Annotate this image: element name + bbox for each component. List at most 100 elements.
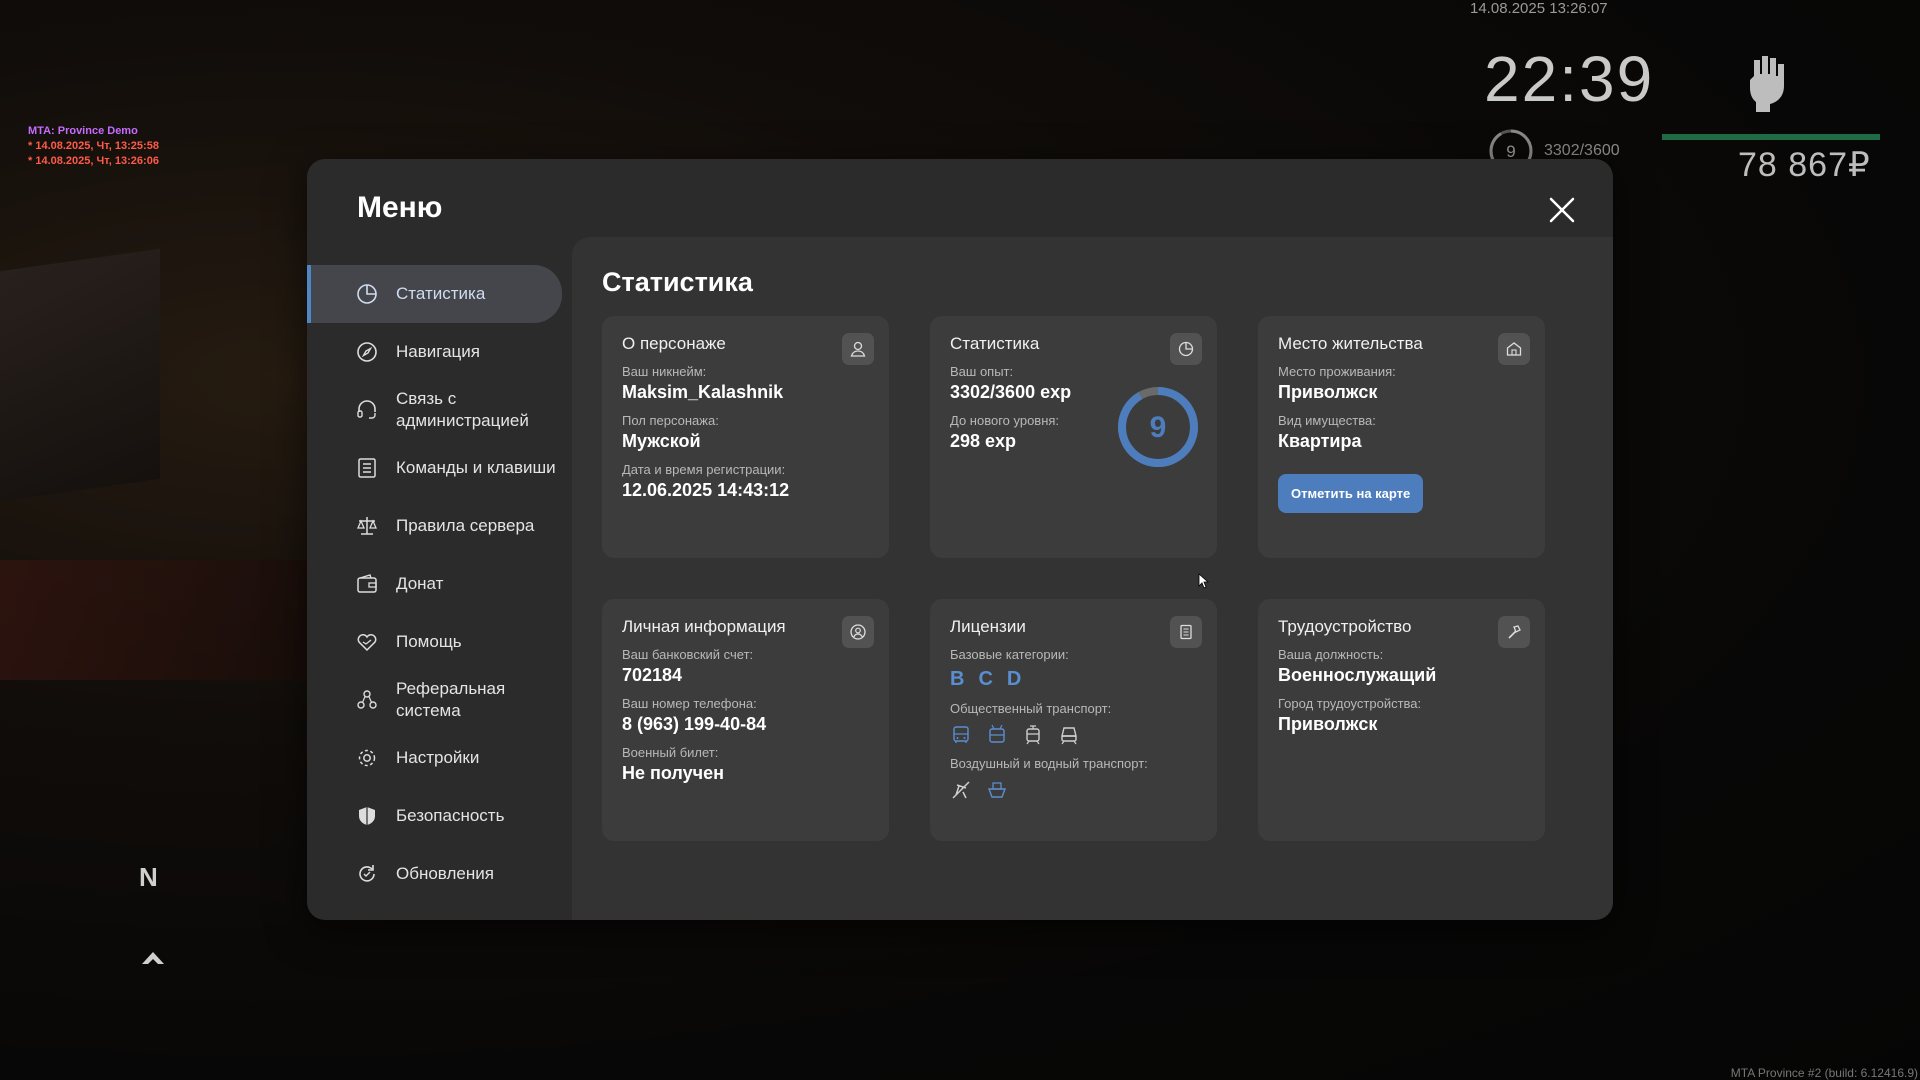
residence-place-value: Приволжск <box>1278 382 1378 402</box>
background-floor <box>0 560 320 680</box>
sidebar-item-label: Безопасность <box>396 806 505 825</box>
sidebar-item-label: Связь с администрацией <box>396 389 529 430</box>
card-employment: Трудоустройство Ваша должность: Военносл… <box>1258 599 1545 841</box>
boat-icon <box>987 782 1007 798</box>
sidebar-item-commands[interactable]: Команды и клавиши <box>307 439 562 497</box>
public-transport-icons <box>950 724 1197 746</box>
sidebar-item-settings[interactable]: Настройки <box>307 729 562 787</box>
section-title: Статистика <box>602 267 753 297</box>
nickname-label: Ваш никнейм: <box>622 364 707 379</box>
job-city-value: Приволжск <box>1278 714 1378 734</box>
bus-icon <box>953 726 969 743</box>
menu-modal: Меню Статистика Навигация Связь с админи… <box>307 159 1613 920</box>
chat-log-line: * 14.08.2025, Чт, 13:25:58 <box>28 140 159 152</box>
nickname-value: Maksim_Kalashnik <box>622 382 784 402</box>
scales-icon <box>357 517 377 535</box>
fist-icon <box>1750 56 1784 112</box>
shield-icon <box>359 807 375 825</box>
sidebar: Статистика Навигация Связь с администрац… <box>307 265 562 903</box>
sidebar-item-contact-admin[interactable]: Связь с администрацией <box>307 381 562 439</box>
job-city-label: Город трудоустройства: <box>1278 696 1422 711</box>
background-window <box>0 248 160 502</box>
menu-title: Меню <box>357 191 443 224</box>
chat-log: MTA: Province Demo * 14.08.2025, Чт, 13:… <box>28 124 159 169</box>
air-water-transport-icons <box>950 779 1197 801</box>
card-title: Личная информация <box>622 617 786 636</box>
house-icon <box>1498 333 1530 365</box>
bank-account-label: Ваш банковский счет: <box>622 647 754 662</box>
sidebar-item-label: Команды и клавиши <box>396 458 556 477</box>
gender-label: Пол персонажа: <box>622 413 719 428</box>
plane-icon <box>952 781 970 799</box>
hammer-icon <box>1498 616 1530 648</box>
hud-datetime: 14.08.2025 13:26:07 <box>1470 0 1608 17</box>
chat-log-line: * 14.08.2025, Чт, 13:26:06 <box>28 155 159 167</box>
card-title: Место жительства <box>1278 334 1423 353</box>
sidebar-item-label: Статистика <box>396 284 486 303</box>
sidebar-item-security[interactable]: Безопасность <box>307 787 562 845</box>
gear-icon <box>358 749 376 767</box>
hud-exp: 3302/3600 <box>1544 142 1620 159</box>
mouse-cursor-icon <box>1198 573 1210 589</box>
compass-north: N <box>139 862 158 892</box>
level-progress-ring: 9 <box>1118 387 1198 467</box>
public-transport-label: Общественный транспорт: <box>950 701 1112 716</box>
sidebar-item-rules[interactable]: Правила сервера <box>307 497 562 555</box>
list-icon <box>358 458 376 478</box>
train-icon <box>1061 727 1077 745</box>
position-label: Ваша должность: <box>1278 647 1384 662</box>
card-licenses: Лицензии Базовые категории: B C D Общест… <box>930 599 1217 841</box>
base-categories-label: Базовые категории: <box>950 647 1069 662</box>
license-category-c: C <box>978 668 993 690</box>
card-character: О персонаже Ваш никнейм: Maksim_Kalashni… <box>602 316 889 558</box>
hud-health-bar <box>1662 134 1880 140</box>
exp-label: Ваш опыт: <box>950 364 1014 379</box>
sidebar-item-navigation[interactable]: Навигация <box>307 323 562 381</box>
player-arrow-icon <box>142 952 164 964</box>
sidebar-item-donate[interactable]: Донат <box>307 555 562 613</box>
license-category-d: D <box>1006 668 1022 690</box>
registration-value: 12.06.2025 14:43:12 <box>622 480 790 500</box>
close-icon[interactable] <box>1547 195 1577 225</box>
hud-money: 78 867₽ <box>1738 146 1871 184</box>
card-title: Статистика <box>950 334 1040 353</box>
sidebar-item-label: Помощь <box>396 632 462 651</box>
chat-log-title: MTA: Province Demo <box>28 125 138 137</box>
card-experience: Статистика Ваш опыт: 3302/3600 exp До но… <box>930 316 1217 558</box>
air-water-transport-label: Воздушный и водный транспорт: <box>950 756 1148 771</box>
license-category-b: B <box>950 668 965 690</box>
sidebar-item-label: Донат <box>396 574 444 593</box>
property-type-value: Квартира <box>1278 431 1362 451</box>
level-value: 9 <box>1150 411 1167 444</box>
gender-value: Мужской <box>622 431 701 451</box>
stats-panel: Статистика О персонаже Ваш никнейм: Maks… <box>572 237 1613 920</box>
headset-icon <box>357 400 376 419</box>
sidebar-item-updates[interactable]: Обновления <box>307 845 562 903</box>
sidebar-item-label: Обновления <box>396 864 494 883</box>
mark-on-map-button[interactable]: Отметить на карте <box>1278 474 1424 513</box>
trolleybus-icon <box>989 724 1005 743</box>
compass-icon <box>357 342 377 362</box>
document-icon <box>1170 616 1202 648</box>
heart-hand-icon <box>357 634 377 652</box>
tram-icon <box>1026 725 1040 745</box>
sidebar-item-referral[interactable]: Реферальная система <box>307 671 562 729</box>
sidebar-item-label: Настройки <box>396 748 480 767</box>
sidebar-item-statistics[interactable]: Статистика <box>307 265 562 323</box>
user-icon <box>842 333 874 365</box>
pie-chart-icon <box>357 284 377 304</box>
sidebar-item-help[interactable]: Помощь <box>307 613 562 671</box>
refresh-icon <box>359 865 375 882</box>
bank-account-value: 702184 <box>622 665 683 685</box>
build-info: MTA Province #2 (build: 6.12416.9) <box>1730 1066 1918 1080</box>
user-circle-icon <box>842 616 874 648</box>
license-categories: B C D <box>950 668 1197 691</box>
property-type-label: Вид имущества: <box>1278 413 1376 428</box>
people-icon <box>357 690 377 709</box>
card-residence: Место жительства Место проживания: Приво… <box>1258 316 1545 558</box>
military-id-label: Военный билет: <box>622 745 719 760</box>
phone-value: 8 (963) 199-40-84 <box>622 714 767 734</box>
card-personal-info: Личная информация Ваш банковский счет: 7… <box>602 599 889 841</box>
military-id-value: Не получен <box>622 763 724 783</box>
sidebar-item-label: Навигация <box>396 342 480 361</box>
